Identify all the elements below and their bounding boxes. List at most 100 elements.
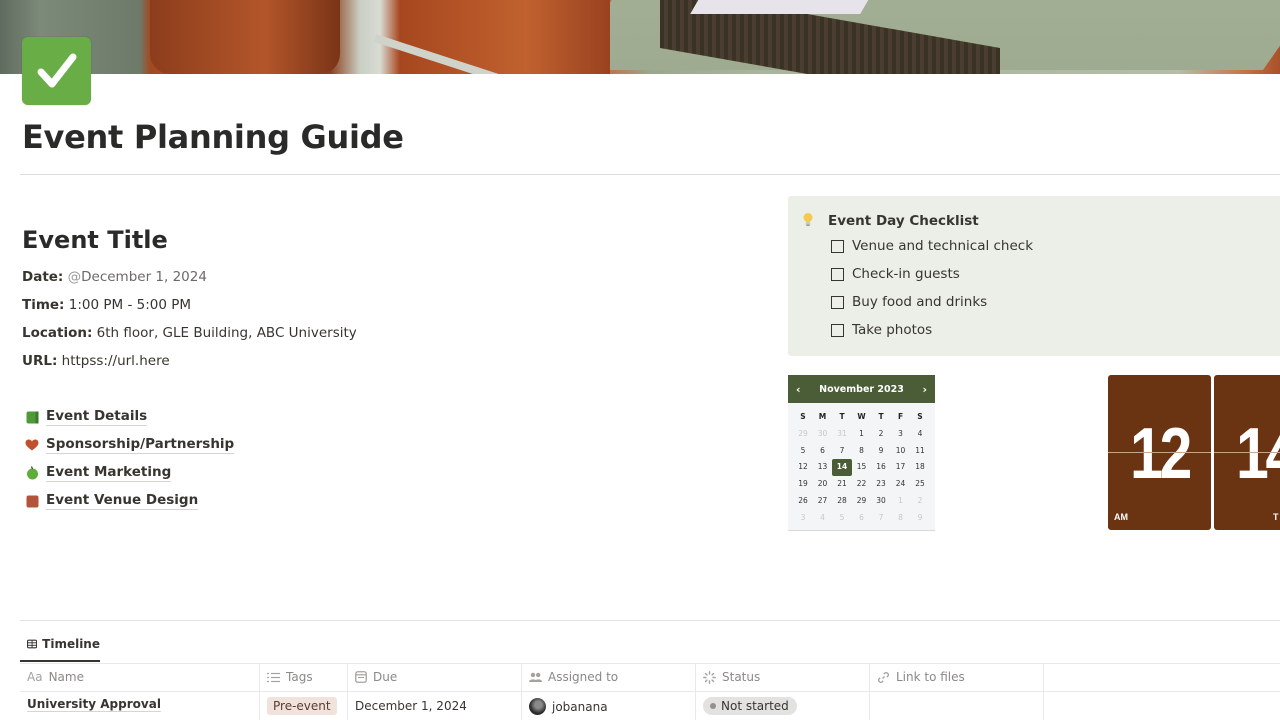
calendar-day-today[interactable]: 14 bbox=[832, 459, 852, 477]
calendar-day[interactable]: 25 bbox=[910, 476, 930, 493]
chevron-left-icon[interactable]: ‹ bbox=[796, 383, 801, 396]
column-separator bbox=[347, 663, 348, 720]
column-header-due[interactable]: Due bbox=[355, 670, 397, 684]
calendar-day[interactable]: 2 bbox=[910, 493, 930, 510]
calendar-day[interactable]: 29 bbox=[852, 493, 872, 510]
column-header-name[interactable]: Aa Name bbox=[27, 670, 84, 684]
calendar-day[interactable]: 1 bbox=[891, 493, 911, 510]
calendar-day[interactable]: 21 bbox=[832, 476, 852, 493]
status-label: Not started bbox=[721, 699, 789, 713]
people-icon bbox=[529, 672, 542, 683]
calendar-day[interactable]: 20 bbox=[813, 476, 833, 493]
page-link-label: Sponsorship/Partnership bbox=[46, 436, 235, 454]
calendar-day[interactable]: 17 bbox=[891, 459, 911, 476]
calendar-day[interactable]: 23 bbox=[871, 476, 891, 493]
todo-checkbox[interactable] bbox=[831, 295, 844, 309]
calendar-day[interactable]: 5 bbox=[832, 510, 852, 527]
column-header-tags[interactable]: Tags bbox=[267, 670, 313, 684]
calendar-day[interactable]: 6 bbox=[852, 510, 872, 527]
calendar-day[interactable]: 4 bbox=[910, 426, 930, 443]
page-link-label: Event Details bbox=[46, 408, 148, 426]
flip-clock-minute: 14 T bbox=[1214, 375, 1280, 530]
calendar-day[interactable]: 26 bbox=[793, 493, 813, 510]
row-name[interactable]: University Approval bbox=[27, 697, 161, 712]
calendar-day[interactable]: 7 bbox=[832, 443, 852, 460]
table-icon bbox=[27, 639, 38, 649]
chevron-right-icon[interactable]: › bbox=[922, 383, 927, 396]
calendar-day[interactable]: 8 bbox=[852, 443, 872, 460]
time-label: Time: bbox=[22, 297, 65, 313]
calendar-day[interactable]: 13 bbox=[813, 459, 833, 476]
calendar-day[interactable]: 9 bbox=[871, 443, 891, 460]
column-separator bbox=[259, 663, 260, 720]
todo-checkbox[interactable] bbox=[831, 323, 844, 337]
weekday-label: S bbox=[917, 412, 923, 421]
column-header-status[interactable]: Status bbox=[703, 670, 760, 684]
calendar-day[interactable]: 16 bbox=[871, 459, 891, 476]
date-value[interactable]: December 1, 2024 bbox=[81, 269, 207, 285]
calendar-day[interactable]: 4 bbox=[813, 510, 833, 527]
calendar-day[interactable]: 15 bbox=[852, 459, 872, 476]
column-header-link[interactable]: Link to files bbox=[877, 670, 965, 684]
status-spinner-icon bbox=[703, 670, 716, 684]
calendar-day[interactable]: 10 bbox=[891, 443, 911, 460]
cover-image bbox=[0, 0, 1280, 74]
event-location: Location: 6th floor, GLE Building, ABC U… bbox=[22, 325, 357, 341]
calendar-day[interactable]: 28 bbox=[832, 493, 852, 510]
todo-label: Take photos bbox=[852, 322, 933, 338]
calendar-day[interactable]: 6 bbox=[813, 443, 833, 460]
page-link-event-marketing[interactable]: Event Marketing bbox=[22, 464, 172, 482]
calendar-day[interactable]: 30 bbox=[871, 493, 891, 510]
row-assignee[interactable]: jobanana bbox=[529, 698, 608, 715]
tag-badge: Pre-event bbox=[267, 697, 337, 715]
mention-prefix: @ bbox=[67, 269, 82, 285]
calendar-day[interactable]: 8 bbox=[891, 510, 911, 527]
calendar-day[interactable]: 31 bbox=[832, 426, 852, 443]
green-book-icon bbox=[22, 409, 42, 425]
todo-checkbox[interactable] bbox=[831, 267, 844, 281]
weekday-label: M bbox=[818, 412, 827, 421]
row-tag-cell[interactable]: Pre-event bbox=[267, 697, 337, 715]
status-badge: Not started bbox=[703, 697, 797, 715]
calendar-day[interactable]: 22 bbox=[852, 476, 872, 493]
calendar-day[interactable]: 3 bbox=[891, 426, 911, 443]
calendar-day[interactable]: 5 bbox=[793, 443, 813, 460]
todo-label: Venue and technical check bbox=[852, 238, 1034, 254]
column-header-label: Status bbox=[722, 670, 761, 684]
cover-paper bbox=[690, 0, 880, 14]
todo-checkbox[interactable] bbox=[831, 239, 844, 253]
event-date: Date: @December 1, 2024 bbox=[22, 269, 207, 285]
weekday-label: T bbox=[878, 412, 884, 421]
row-status-cell[interactable]: Not started bbox=[703, 697, 797, 715]
calendar-day[interactable]: 3 bbox=[793, 510, 813, 527]
clock-minute: 14 bbox=[1235, 414, 1280, 494]
column-header-assigned[interactable]: Assigned to bbox=[529, 670, 618, 684]
calendar-month: November 2023 bbox=[819, 383, 904, 395]
page-link-sponsorship[interactable]: Sponsorship/Partnership bbox=[22, 436, 235, 454]
calendar-day[interactable]: 2 bbox=[871, 426, 891, 443]
page-link-label: Event Venue Design bbox=[46, 492, 199, 510]
calendar-day[interactable]: 19 bbox=[793, 476, 813, 493]
calendar-day[interactable]: 7 bbox=[871, 510, 891, 527]
row-due[interactable]: December 1, 2024 bbox=[355, 699, 467, 713]
calendar-day[interactable]: 24 bbox=[891, 476, 911, 493]
calendar-day[interactable]: 12 bbox=[793, 459, 813, 476]
event-url: URL: httpss://url.here bbox=[22, 353, 170, 369]
todo-item: Buy food and drinks bbox=[831, 294, 987, 310]
tab-label: Timeline bbox=[42, 637, 100, 651]
location-value: 6th floor, GLE Building, ABC University bbox=[96, 325, 357, 341]
todo-label: Buy food and drinks bbox=[852, 294, 988, 310]
page-link-event-details[interactable]: Event Details bbox=[22, 408, 148, 426]
light-bulb-icon bbox=[802, 212, 814, 233]
calendar-day[interactable]: 11 bbox=[910, 443, 930, 460]
calendar-day[interactable]: 29 bbox=[793, 426, 813, 443]
tab-timeline[interactable]: Timeline bbox=[20, 632, 100, 662]
calendar-day[interactable]: 27 bbox=[813, 493, 833, 510]
calendar-day[interactable]: 18 bbox=[910, 459, 930, 476]
check-mark-button-icon[interactable] bbox=[22, 37, 91, 105]
calendar-day[interactable]: 30 bbox=[813, 426, 833, 443]
page-link-venue-design[interactable]: Event Venue Design bbox=[22, 492, 199, 510]
calendar-day[interactable]: 9 bbox=[910, 510, 930, 527]
calendar-day[interactable]: 1 bbox=[852, 426, 872, 443]
todo-label: Check-in guests bbox=[852, 266, 960, 282]
